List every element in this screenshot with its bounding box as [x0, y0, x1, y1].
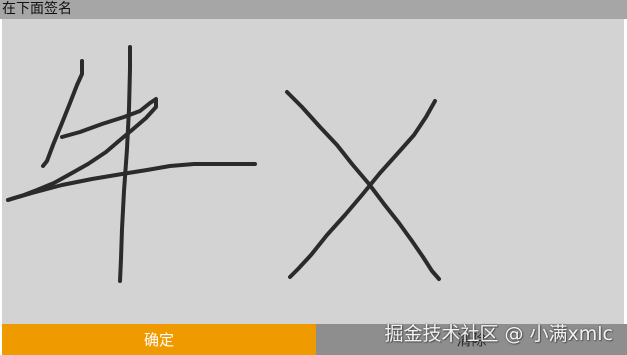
signature-canvas[interactable]	[2, 19, 624, 324]
signature-prompt: 在下面签名	[2, 1, 72, 17]
confirm-button[interactable]: 确定	[2, 324, 316, 355]
signature-stroke	[6, 162, 257, 202]
signature-stroke	[285, 90, 441, 281]
signature-stroke	[6, 97, 158, 202]
signature-stroke	[118, 45, 132, 283]
watermark-text: 掘金技术社区 @ 小满xmlc	[384, 323, 613, 345]
signature-ink	[6, 45, 441, 283]
signature-screen: 在下面签名 确定 清除 掘金技术社区 @ 小满xmlc	[0, 0, 627, 355]
header-bar: 在下面签名	[0, 0, 627, 19]
signature-stroke	[41, 59, 84, 168]
signature-stroke	[288, 99, 437, 279]
